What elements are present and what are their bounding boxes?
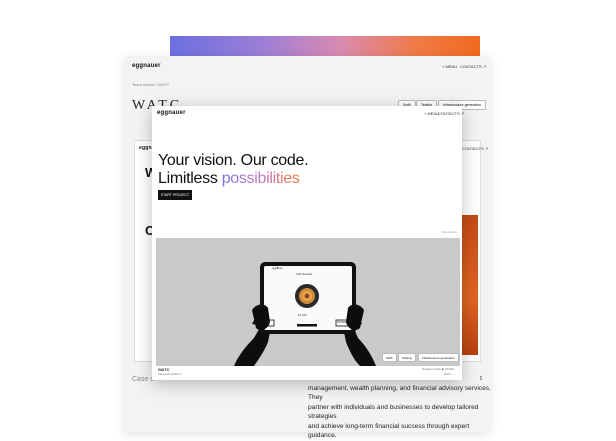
hero-image: eggnauer Gold Standard $ 1,340 PS PROMA …: [156, 238, 460, 366]
tablet-subtitle: Gold Standard: [296, 273, 313, 276]
back-logo[interactable]: eggnauer: [132, 63, 161, 69]
paragraph-line: partner with individuals and businesses …: [308, 403, 479, 421]
flower-icon: [299, 288, 315, 304]
tablet-illustration: [234, 262, 376, 366]
hero-line-2: Limitless possibilities: [158, 170, 458, 188]
project-year: 2024: [444, 372, 451, 376]
case-label: Case o: [132, 376, 155, 383]
front-menu-link[interactable]: + MENU: [424, 111, 439, 116]
orange-image-panel: [460, 215, 478, 355]
tag-infrastructure[interactable]: Infrastructure generation: [418, 353, 459, 362]
project-subtitle: Financial platform: [158, 372, 182, 376]
tablet-left-badge: PS: [266, 321, 270, 324]
front-contacts-link[interactable]: CONTACTS ↗: [438, 111, 464, 116]
hero-plain-text: Limitless: [158, 170, 222, 187]
hero-gradient-text: possibilities: [221, 170, 300, 187]
homepage-card: eggnauer + MENU CONTACTS ↗ Your vision. …: [152, 106, 464, 380]
paragraph-line: and achieve long-term financial success …: [308, 422, 470, 440]
inner-contacts[interactable]: CONTACTS ↗: [462, 146, 488, 151]
tablet-logo: eggnauer: [272, 267, 283, 270]
designed-with: Designed with ◆ FIGMA: [422, 367, 455, 371]
tablet-price: $ 1,340: [298, 314, 307, 317]
scroll-hint: Scroll down: [442, 230, 458, 234]
hero-heading: Your vision. Our code. Limitless possibi…: [158, 152, 458, 188]
paragraph-line: management, wealth planning, and financi…: [308, 384, 491, 402]
back-contacts-link[interactable]: CONTACTS ↗: [460, 64, 486, 69]
hero-line-1: Your vision. Our code.: [158, 152, 309, 169]
breadcrumb[interactable]: Team stories / WATC: [132, 82, 169, 87]
tablet-right-badge: PROMA: [337, 321, 347, 324]
front-logo[interactable]: eggnauer: [157, 110, 186, 116]
tag-testing[interactable]: Testing: [398, 353, 416, 362]
start-project-button[interactable]: START PROJECT: [158, 190, 192, 200]
tag-swift[interactable]: Swift: [382, 353, 397, 362]
description-paragraph: t management, wealth planning, and finan…: [308, 374, 498, 441]
back-menu-link[interactable]: + MENU: [442, 64, 457, 69]
